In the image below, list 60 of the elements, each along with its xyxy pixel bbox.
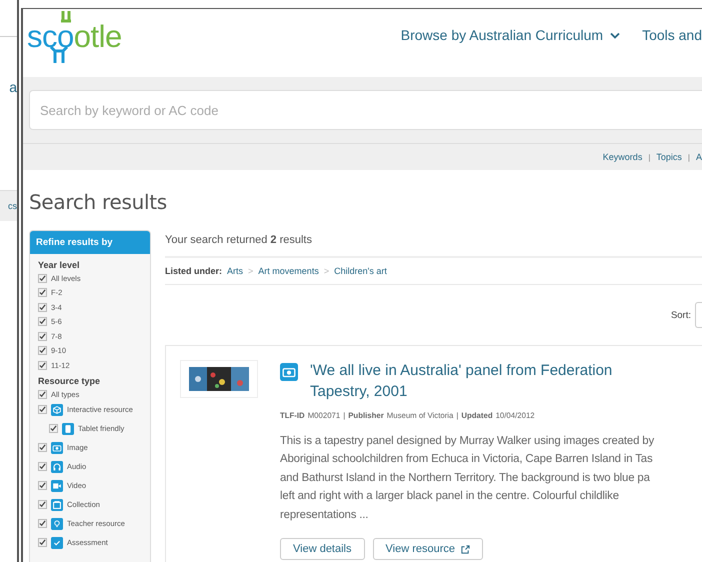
tablet-icon [62,422,74,434]
checkbox[interactable] [38,360,47,370]
checkbox[interactable] [38,274,47,282]
separator: | [648,152,650,162]
breadcrumb-link[interactable]: Art movements [258,266,319,276]
result-button[interactable]: View resource [372,538,483,560]
checkbox[interactable] [38,519,47,528]
logo[interactable]: scootle [27,9,122,69]
headphones-icon [51,460,63,472]
nav-link[interactable]: Tools and [642,27,702,43]
results-summary: Your search returned 2 results [165,230,702,258]
description-line: representations ... [280,508,370,523]
window-text-fragment: a [8,79,17,95]
page-title: Search results [29,190,168,214]
cube-icon [51,404,63,416]
nav-link[interactable]: Browse by Australian Curriculum [400,27,620,43]
camera-icon [51,442,63,454]
checkbox[interactable] [38,538,47,547]
breadcrumb-link[interactable]: Arts [227,266,244,276]
lightbulb-icon [51,518,63,530]
checkbox[interactable] [38,462,47,471]
camera-icon [280,363,298,381]
external-link-icon [461,544,470,554]
checkbox[interactable] [38,405,47,414]
chevron-down-icon [610,32,620,38]
checkbox[interactable] [38,332,47,340]
checkbox[interactable] [38,500,47,509]
checkbox[interactable] [38,390,47,398]
description-line: Aboriginal schoolchildren from Echuca in Victoria, Cape Barren Island in Tas [280,452,654,468]
breadcrumb-separator: > [248,266,254,276]
checkbox[interactable] [38,288,47,297]
separator: | [688,152,690,162]
window-text-fragment: cs [8,201,17,211]
search-field[interactable]: Search by keyword or AC code [29,90,702,130]
result-title-link[interactable]: 'We all live in Australia' panel from Federation Tapestry, 2001 [310,360,650,402]
checkbox[interactable] [49,424,58,433]
video-icon [51,480,63,492]
search-option-link[interactable]: A [696,152,702,162]
description-line: and Bathurst Island in the Northern Territory. The background is two blue pa [280,470,651,486]
breadcrumb-separator: > [324,266,330,276]
checkbox[interactable] [38,302,47,312]
description-line: left and right with a larger black panel in the centre. Colourful childlike [280,489,620,504]
tapestry-image-placeholder [188,367,250,391]
filter-heading: Year level [38,260,81,270]
checkbox[interactable] [38,481,47,490]
result-button[interactable]: View details [280,538,364,560]
filter-heading: Resource type [38,376,102,386]
description-line: This is a tapestry panel designed by Murray Walker using images created by [280,434,656,449]
checkbox[interactable] [38,443,47,452]
breadcrumb-link[interactable]: Children's art [334,266,387,276]
search-option-link[interactable]: Topics [656,152,682,162]
thumbnail[interactable] [180,360,258,398]
checklist-icon [51,536,63,548]
panel-header: Refine results by [30,231,150,254]
sort-label: Sort: [670,310,691,320]
search-option-link[interactable]: Keywords [602,152,642,162]
listed-under-label: Listed under: [165,266,222,276]
checkbox[interactable] [38,346,47,355]
checkbox[interactable] [38,317,47,326]
collection-icon [51,498,63,510]
